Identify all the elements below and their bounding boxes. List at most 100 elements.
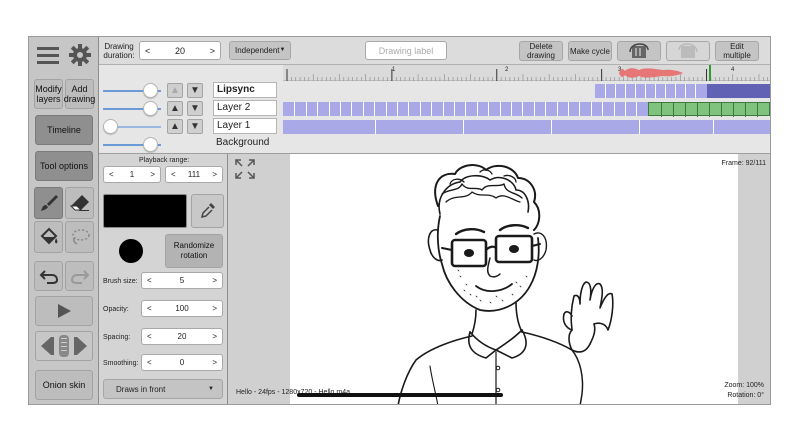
onion-skin-button[interactable]: Onion skin (35, 370, 93, 400)
layer-name[interactable]: Background (213, 136, 277, 152)
timeline-panel: 1 2 3 4 ▲ ▼ Lipsync ▲ ▼ Layer 2 ▲ ▼ Laye… (99, 65, 770, 154)
move-layer-down-button[interactable]: ▼ (187, 83, 203, 98)
layer-row-layer-1[interactable]: ▲ ▼ Layer 1 (99, 118, 770, 135)
range-start-decrement[interactable]: < (109, 170, 114, 179)
undo-button[interactable] (34, 261, 63, 291)
opacity-increment[interactable]: > (212, 304, 217, 313)
add-drawing-button[interactable]: Add drawing (64, 79, 95, 109)
brush-color-swatch[interactable] (103, 194, 187, 228)
mode-select-value: Independent (235, 46, 280, 55)
duration-decrement[interactable]: < (145, 46, 150, 56)
play-button[interactable] (35, 296, 93, 326)
smoothing-decrement[interactable]: < (147, 358, 152, 367)
layer-name[interactable]: Lipsync (213, 82, 277, 98)
drawing-duration-label: Drawing duration: (103, 42, 135, 60)
range-end-increment[interactable]: > (212, 170, 217, 179)
opacity-decrement[interactable]: < (147, 304, 152, 313)
range-end-decrement[interactable]: < (171, 170, 176, 179)
range-start-stepper[interactable]: < 1 > (103, 166, 161, 183)
menu-button[interactable] (34, 41, 62, 69)
frame-separator (613, 102, 615, 116)
canvas-paper[interactable] (290, 154, 738, 404)
frame-separator (579, 102, 581, 116)
mode-select[interactable]: Independent ▼ (229, 41, 291, 60)
tool-options-button[interactable]: Tool options (35, 151, 93, 181)
rotation-info: Rotation: 0° (727, 392, 764, 399)
spacing-stepper[interactable]: < 20 > (141, 328, 223, 345)
gear-icon (69, 44, 91, 66)
playback-range-label: Playback range: (139, 157, 190, 164)
smoothing-increment[interactable]: > (212, 358, 217, 367)
draw-mode-select[interactable]: Draws in front ▼ (103, 379, 223, 399)
zoom-info: Zoom: 100% (724, 382, 764, 389)
opacity-slider-knob[interactable] (143, 83, 158, 98)
redo-button[interactable] (65, 261, 94, 291)
modify-layers-button[interactable]: Modify layers (34, 79, 63, 109)
move-layer-up-button[interactable]: ▲ (167, 101, 183, 116)
frame-separator (476, 102, 478, 116)
brush-tool-button[interactable] (34, 187, 63, 219)
brush-size-decrement[interactable]: < (147, 276, 152, 285)
color-picker-button[interactable] (191, 194, 224, 228)
opacity-slider-knob[interactable] (143, 137, 158, 152)
paint-bucket-icon (40, 227, 57, 245)
frame-separator (590, 102, 592, 116)
opacity-slider-knob[interactable] (143, 101, 158, 116)
drawing-duration-stepper[interactable]: < 20 > (139, 41, 221, 60)
range-start-increment[interactable]: > (150, 170, 155, 179)
drawing-canvas[interactable]: Frame: 92/111 Hello - 24fps - 1280x720 -… (228, 154, 770, 404)
eyedropper-icon (200, 203, 215, 219)
copy-frames-button[interactable] (617, 41, 661, 61)
spacing-increment[interactable]: > (212, 332, 217, 341)
frame-ruler[interactable]: 1 2 3 4 (283, 65, 770, 81)
layer-2-track[interactable] (283, 102, 649, 116)
range-end-stepper[interactable]: < 111 > (165, 166, 223, 183)
drawing-label-input[interactable]: Drawing label (365, 41, 447, 60)
home-indicator[interactable] (297, 393, 503, 397)
layer-row-background[interactable]: Background (99, 136, 770, 153)
layer-name[interactable]: Layer 2 (213, 100, 277, 116)
lasso-tool-button[interactable] (65, 221, 94, 253)
brush-size-stepper[interactable]: < 5 > (141, 272, 223, 289)
spacing-label: Spacing: (103, 334, 131, 341)
make-cycle-button[interactable]: Make cycle (568, 41, 612, 61)
settings-button[interactable] (66, 41, 94, 69)
expand-icon[interactable] (234, 158, 256, 180)
layer-2-selected-frames[interactable] (648, 102, 770, 117)
layer-row-lipsync[interactable]: ▲ ▼ Lipsync (99, 82, 770, 99)
layer-row-layer-2[interactable]: ▲ ▼ Layer 2 (99, 100, 770, 117)
modify-layers-label: Modify layers (35, 84, 62, 104)
move-layer-down-button[interactable]: ▼ (187, 101, 203, 116)
eraser-tool-button[interactable] (65, 187, 94, 219)
paste-frames-button[interactable] (666, 41, 710, 61)
frame-separator (442, 102, 444, 116)
layer-1-track[interactable] (283, 120, 770, 134)
playhead[interactable] (709, 65, 711, 81)
move-layer-up-button[interactable]: ▲ (167, 119, 183, 134)
opacity-slider-knob[interactable] (103, 119, 118, 134)
frame-separator (522, 102, 524, 116)
duration-increment[interactable]: > (210, 46, 215, 56)
brush-size-increment[interactable]: > (212, 276, 217, 285)
draw-mode-value: Draws in front (116, 384, 166, 394)
frame-separator (511, 102, 512, 116)
randomize-rotation-button[interactable]: Randomize rotation (165, 234, 223, 268)
onion-skin-label: Onion skin (42, 380, 86, 390)
move-layer-up-button[interactable]: ▲ (167, 83, 183, 98)
brush-preview (103, 234, 159, 268)
edit-multiple-button[interactable]: Edit multiple (715, 41, 759, 61)
layer-name[interactable]: Layer 1 (213, 118, 277, 134)
move-layer-down-button[interactable]: ▼ (187, 119, 203, 134)
smoothing-stepper[interactable]: < 0 > (141, 354, 223, 371)
play-icon (58, 304, 71, 318)
opacity-value: 100 (175, 304, 189, 313)
lipsync-track[interactable] (595, 84, 707, 98)
fill-tool-button[interactable] (34, 221, 63, 253)
timeline-button[interactable]: Timeline (35, 115, 93, 145)
lipsync-track-selected[interactable] (707, 84, 770, 98)
range-end-value: 111 (187, 170, 201, 179)
spacing-decrement[interactable]: < (147, 332, 152, 341)
opacity-stepper[interactable]: < 100 > (141, 300, 223, 317)
delete-drawing-button[interactable]: Delete drawing (519, 41, 563, 61)
frame-scrubber[interactable] (35, 331, 93, 361)
